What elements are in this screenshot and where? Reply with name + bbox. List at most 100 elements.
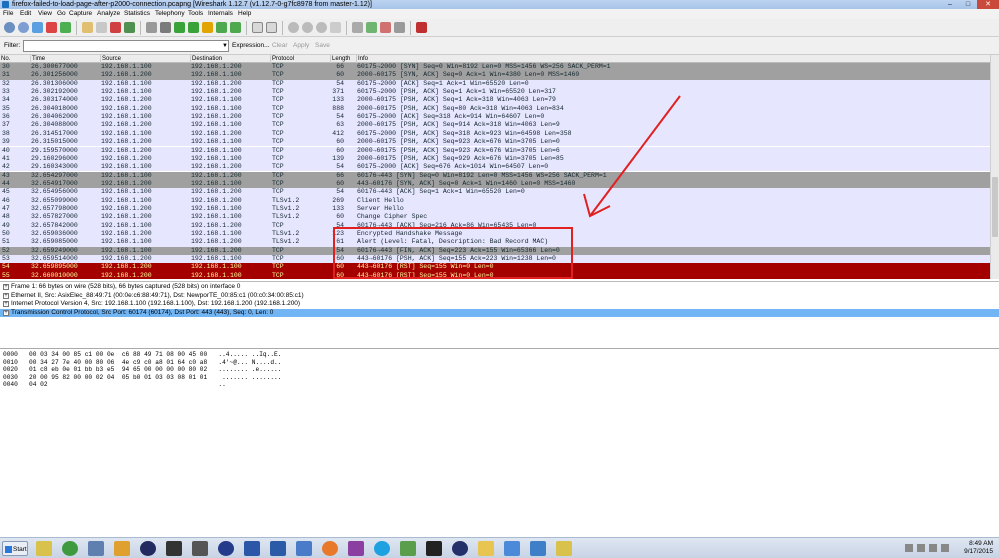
command-prompt-icon[interactable] xyxy=(426,541,442,556)
resize-columns-icon[interactable] xyxy=(330,22,341,33)
media-player-icon[interactable] xyxy=(166,541,182,556)
stop-capture-icon[interactable] xyxy=(46,22,57,33)
expression-button[interactable]: Expression... xyxy=(232,42,270,49)
packet-row[interactable]: 47 32.657798000 192.168.1.200 192.168.1.100… xyxy=(0,204,990,214)
packet-details-pane[interactable]: + Frame 1: 66 bytes on wire (528 bits), … xyxy=(0,281,999,345)
expand-icon[interactable]: + xyxy=(3,292,9,299)
onenote-icon[interactable] xyxy=(348,541,364,556)
menu-file[interactable]: File xyxy=(3,9,13,19)
packet-row[interactable]: 31 26.301256000 192.168.1.200 192.168.1.100… xyxy=(0,71,990,80)
column-header-destination[interactable]: Destination xyxy=(190,55,270,63)
close-file-icon[interactable] xyxy=(110,22,121,33)
column-header-length[interactable]: Length xyxy=(330,55,356,63)
first-packet-icon[interactable] xyxy=(216,22,227,33)
maximize-button[interactable]: □ xyxy=(959,0,977,9)
chevron-down-icon[interactable]: ▼ xyxy=(221,41,229,51)
start-button[interactable]: Start xyxy=(2,541,28,556)
menu-capture[interactable]: Capture xyxy=(69,9,92,19)
detail-row-tcp[interactable]: + Transmission Control Protocol, Src Por… xyxy=(0,308,999,317)
reload-icon[interactable] xyxy=(124,22,135,33)
eclipse-2-icon[interactable] xyxy=(218,541,234,556)
column-header-protocol[interactable]: Protocol xyxy=(270,55,330,63)
detail-row-frame[interactable]: + Frame 1: 66 bytes on wire (528 bits), … xyxy=(0,283,999,292)
display-filters-icon[interactable] xyxy=(366,22,377,33)
apply-button[interactable]: Apply xyxy=(293,42,309,49)
packet-row[interactable]: 39 26.315015000 192.168.1.200 192.168.1.100… xyxy=(0,138,990,147)
eclipse-3-icon[interactable] xyxy=(452,541,468,556)
zoom-normal-icon[interactable] xyxy=(316,22,327,33)
tools-icon[interactable] xyxy=(400,541,416,556)
packet-row[interactable]: 38 26.314517000 192.168.1.100 192.168.1.200… xyxy=(0,129,990,139)
auto-scroll-icon[interactable] xyxy=(266,22,277,33)
filter-input[interactable] xyxy=(23,40,229,52)
packet-row[interactable]: 30 26.300677000 192.168.1.100 192.168.1.200… xyxy=(0,63,990,72)
wireshark-taskbar-icon[interactable] xyxy=(530,541,546,556)
clear-button[interactable]: Clear xyxy=(272,42,288,49)
packet-row[interactable]: 32 26.301306000 192.168.1.100 192.168.1.200… xyxy=(0,79,990,88)
preferences-icon[interactable] xyxy=(394,22,405,33)
packet-row[interactable]: 33 26.302192000 192.168.1.100 192.168.1.200… xyxy=(0,88,990,97)
packet-row[interactable]: 45 32.654956000 192.168.1.100 192.168.1.200… xyxy=(0,188,990,197)
menu-telephony[interactable]: Telephony xyxy=(155,9,185,19)
start-capture-icon[interactable] xyxy=(32,22,43,33)
visio-icon[interactable] xyxy=(244,541,260,556)
go-back-icon[interactable] xyxy=(174,22,185,33)
firefox-icon[interactable] xyxy=(322,541,338,556)
menu-tools[interactable]: Tools xyxy=(188,9,203,19)
volume-icon[interactable] xyxy=(941,544,949,552)
folder-icon[interactable] xyxy=(478,541,494,556)
zoom-out-icon[interactable] xyxy=(302,22,313,33)
column-header-no[interactable]: No. xyxy=(0,55,30,63)
word-2-icon[interactable] xyxy=(296,541,312,556)
terminal-icon[interactable] xyxy=(192,541,208,556)
packet-row[interactable]: 35 26.304018000 192.168.1.200 192.168.1.100… xyxy=(0,104,990,114)
go-to-packet-icon[interactable] xyxy=(202,22,213,33)
coloring-rules-icon[interactable] xyxy=(380,22,391,33)
menu-analyze[interactable]: Analyze xyxy=(97,9,120,19)
packet-row[interactable]: 48 32.657827000 192.168.1.200 192.168.1.100… xyxy=(0,213,990,222)
packet-row[interactable]: 41 29.160296000 192.168.1.200 192.168.1.100… xyxy=(0,154,990,164)
save-filter-button[interactable]: Save xyxy=(315,42,330,49)
packet-row[interactable]: 36 26.304062000 192.168.1.100 192.168.1.200… xyxy=(0,113,990,122)
detail-row-ethernet[interactable]: + Ethernet II, Src: AsixElec_88:49:71 (0… xyxy=(0,292,999,301)
find-packet-icon[interactable] xyxy=(160,22,171,33)
eclipse-icon[interactable] xyxy=(140,541,156,556)
column-header-source[interactable]: Source xyxy=(100,55,190,63)
menu-internals[interactable]: Internals xyxy=(208,9,233,19)
packet-row[interactable]: 40 29.159570000 192.168.1.200 192.168.1.100… xyxy=(0,146,990,155)
column-header-info[interactable]: Info xyxy=(356,55,990,63)
save-file-icon[interactable] xyxy=(96,22,107,33)
clock[interactable]: 8:49 AM 9/17/2015 xyxy=(964,540,993,556)
last-packet-icon[interactable] xyxy=(230,22,241,33)
print-icon[interactable] xyxy=(146,22,157,33)
packet-list-scrollbar[interactable] xyxy=(990,55,999,279)
notepad-icon[interactable] xyxy=(556,541,572,556)
capture-filters-icon[interactable] xyxy=(352,22,363,33)
expand-icon[interactable]: + xyxy=(3,284,9,290)
menu-help[interactable]: Help xyxy=(238,9,251,19)
detail-row-ip[interactable]: + Internet Protocol Version 4, Src: 192.… xyxy=(0,300,999,309)
packet-row[interactable]: 46 32.655099000 192.168.1.100 192.168.1.200… xyxy=(0,196,990,205)
tray-icon[interactable] xyxy=(917,544,925,552)
packet-bytes-pane[interactable]: 0000 00 03 34 00 85 c1 00 0e c6 88 49 71… xyxy=(0,348,999,536)
menu-edit[interactable]: Edit xyxy=(20,9,31,19)
zoom-in-icon[interactable] xyxy=(288,22,299,33)
open-file-icon[interactable] xyxy=(82,22,93,33)
tray-icon[interactable] xyxy=(905,544,913,552)
scrollbar-thumb[interactable] xyxy=(992,177,998,237)
packet-row[interactable]: 43 32.654297000 192.168.1.100 192.168.1.200… xyxy=(0,171,990,180)
packet-row[interactable]: 44 32.654917000 192.168.1.200 192.168.1.100… xyxy=(0,179,990,189)
word-icon[interactable] xyxy=(270,541,286,556)
expand-icon[interactable]: + xyxy=(3,301,9,307)
menu-go[interactable]: Go xyxy=(57,9,66,19)
close-button[interactable]: ✕ xyxy=(977,0,999,9)
network-icon[interactable] xyxy=(504,541,520,556)
menu-statistics[interactable]: Statistics xyxy=(124,9,150,19)
network-tray-icon[interactable] xyxy=(929,544,937,552)
outlook-icon[interactable] xyxy=(114,541,130,556)
minimize-button[interactable]: – xyxy=(941,0,959,9)
packet-row[interactable]: 42 29.160343000 192.168.1.100 192.168.1.200… xyxy=(0,163,990,172)
file-explorer-icon[interactable] xyxy=(36,541,52,556)
expand-icon[interactable]: + xyxy=(3,309,9,316)
go-forward-icon[interactable] xyxy=(188,22,199,33)
